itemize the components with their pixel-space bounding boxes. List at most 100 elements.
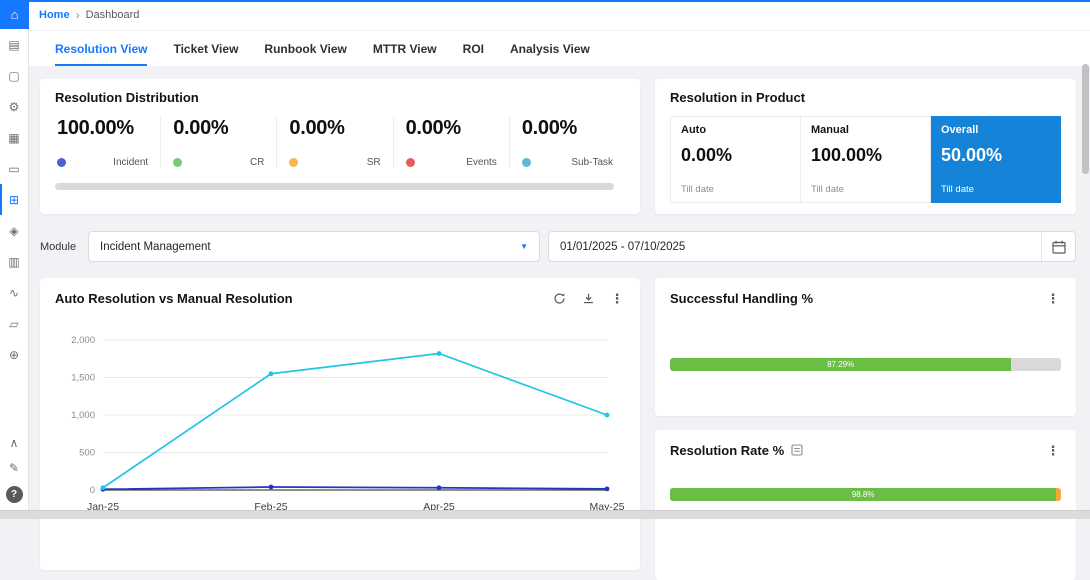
product-boxes: Auto 0.00% Till date Manual 100.00% Till… [670,116,1061,203]
chart-point-marker [269,485,274,490]
resolution-rate-menu-button[interactable]: ⋮ [1045,442,1061,458]
successful-handling-menu-button[interactable]: ⋮ [1045,290,1061,306]
resolution-distribution-title: Resolution Distribution [55,90,625,105]
tab-ticket-view[interactable]: Ticket View [173,31,238,66]
distribution-scrollbar-thumb[interactable] [55,183,614,190]
incident-dot-icon [57,158,66,167]
refresh-icon [553,292,566,305]
auto-vs-manual-card: Auto Resolution vs Manual Resolution [40,278,640,570]
product-box-manual: Manual 100.00% Till date [801,116,931,203]
resolution-distribution-card: Resolution Distribution 100.00% Incident… [40,79,640,214]
module-select[interactable]: Incident Management ▼ [88,231,540,262]
resolution-rate-title: Resolution Rate % [670,443,784,458]
chart-point-marker [269,371,274,376]
stat-cr-value: 0.00% [173,117,264,140]
sidebar-item-tools[interactable]: ⊕ [0,339,28,370]
auto-value: 0.00% [681,145,790,166]
sidebar-item-integrations[interactable]: ⚙ [0,91,28,122]
pencil-icon: ✎ [9,461,19,475]
resolution-rate-info-button[interactable] [791,444,803,456]
tab-runbook-view[interactable]: Runbook View [264,31,346,66]
sidebar-collapse-button[interactable]: ∧ [0,436,28,450]
automation-icon: ◈ [9,224,18,238]
download-icon [582,292,595,305]
sidebar-item-analytics[interactable]: ∿ [0,277,28,308]
view-tabs: Resolution View Ticket View Runbook View… [29,31,1090,66]
sidebar-item-dashboard[interactable]: ⊞ [0,184,28,215]
svg-text:2,000: 2,000 [71,335,95,346]
sidebar-edit-button[interactable]: ✎ [0,461,28,475]
sidebar-item-reports[interactable]: ▱ [0,308,28,339]
auto-label: Auto [681,124,790,136]
tab-analysis-view[interactable]: Analysis View [510,31,590,66]
stat-subtask: 0.00% Sub-Task [510,117,625,168]
integrations-icon: ⚙ [9,100,20,114]
sr-dot-icon [289,158,298,167]
stat-subtask-value: 0.00% [522,117,613,140]
stat-sr-value: 0.00% [289,117,380,140]
dashboard-icon: ⊞ [9,193,19,207]
stat-incident: 100.00% Incident [55,117,161,168]
stat-incident-label: Incident [113,157,148,168]
chart-point-marker [437,351,442,356]
archive-icon: ▥ [8,255,19,269]
successful-handling-progress-track: 87.29% [670,358,1061,371]
vertical-scrollbar-thumb[interactable] [1082,64,1089,174]
events-dot-icon [406,158,415,167]
manual-label: Manual [811,124,920,136]
logo-icon: ⌂ [11,7,19,22]
help-button[interactable]: ? [6,486,23,503]
sidebar-item-modules[interactable]: ▦ [0,122,28,153]
overall-label: Overall [941,124,1050,136]
chart-series-line [103,487,607,489]
product-box-overall[interactable]: Overall 50.00% Till date [931,116,1061,203]
bottom-cards-row: Auto Resolution vs Manual Resolution [40,278,1076,580]
breadcrumb: Home › Dashboard [29,0,1090,31]
date-range-input[interactable]: 01/01/2025 - 07/10/2025 [548,231,1076,262]
chart-menu-button[interactable]: ⋮ [609,290,625,306]
calendar-button[interactable] [1041,232,1075,261]
auto-caption: Till date [681,184,790,195]
chart-series-line [103,354,607,488]
manual-caption: Till date [811,184,920,195]
successful-handling-progress-fill: 87.29% [670,358,1011,371]
analytics-icon: ∿ [9,286,19,300]
successful-handling-progress-label: 87.29% [827,360,854,369]
tab-resolution-view[interactable]: Resolution View [55,31,147,66]
svg-text:500: 500 [79,448,95,459]
line-chart: 05001,0001,5002,000Jan-25Feb-25Apr-25May… [55,320,621,520]
help-icon: ? [11,489,17,500]
breadcrumb-separator-icon: › [76,8,80,22]
reports-icon: ▱ [9,317,18,331]
sidebar-item-runbook[interactable]: ▢ [0,60,28,91]
tab-mttr-view[interactable]: MTTR View [373,31,437,66]
filter-row: Module Incident Management ▼ 01/01/2025 … [40,231,1076,262]
subtask-dot-icon [522,158,531,167]
stat-subtask-label: Sub-Task [571,157,613,168]
svg-text:1,500: 1,500 [71,373,95,384]
breadcrumb-current: Dashboard [86,9,140,21]
horizontal-scrollbar[interactable] [0,510,1090,519]
auto-vs-manual-header: Auto Resolution vs Manual Resolution [55,290,625,306]
sidebar-item-tickets[interactable]: ▤ [0,29,28,60]
tab-roi[interactable]: ROI [463,31,484,66]
svg-text:1,000: 1,000 [71,410,95,421]
chevron-down-icon: ▼ [520,242,528,251]
calendar-icon [1052,240,1066,254]
download-button[interactable] [580,290,596,306]
sidebar-item-automation[interactable]: ◈ [0,215,28,246]
sidebar-item-monitor[interactable]: ▭ [0,153,28,184]
date-range-value: 01/01/2025 - 07/10/2025 [560,241,685,253]
stat-cr-label: CR [250,157,264,168]
module-select-value: Incident Management [100,241,211,253]
app-logo[interactable]: ⌂ [0,0,29,29]
breadcrumb-home-link[interactable]: Home [39,9,70,21]
resolution-rate-progress-label: 98.8% [852,490,875,499]
vertical-scrollbar[interactable] [1082,64,1089,507]
sidebar-item-archive[interactable]: ▥ [0,246,28,277]
stat-events-value: 0.00% [406,117,497,140]
refresh-button[interactable] [551,290,567,306]
resolution-rate-card: Resolution Rate % ⋮ [655,430,1076,580]
chart-point-marker [101,485,106,490]
manual-value: 100.00% [811,145,920,166]
